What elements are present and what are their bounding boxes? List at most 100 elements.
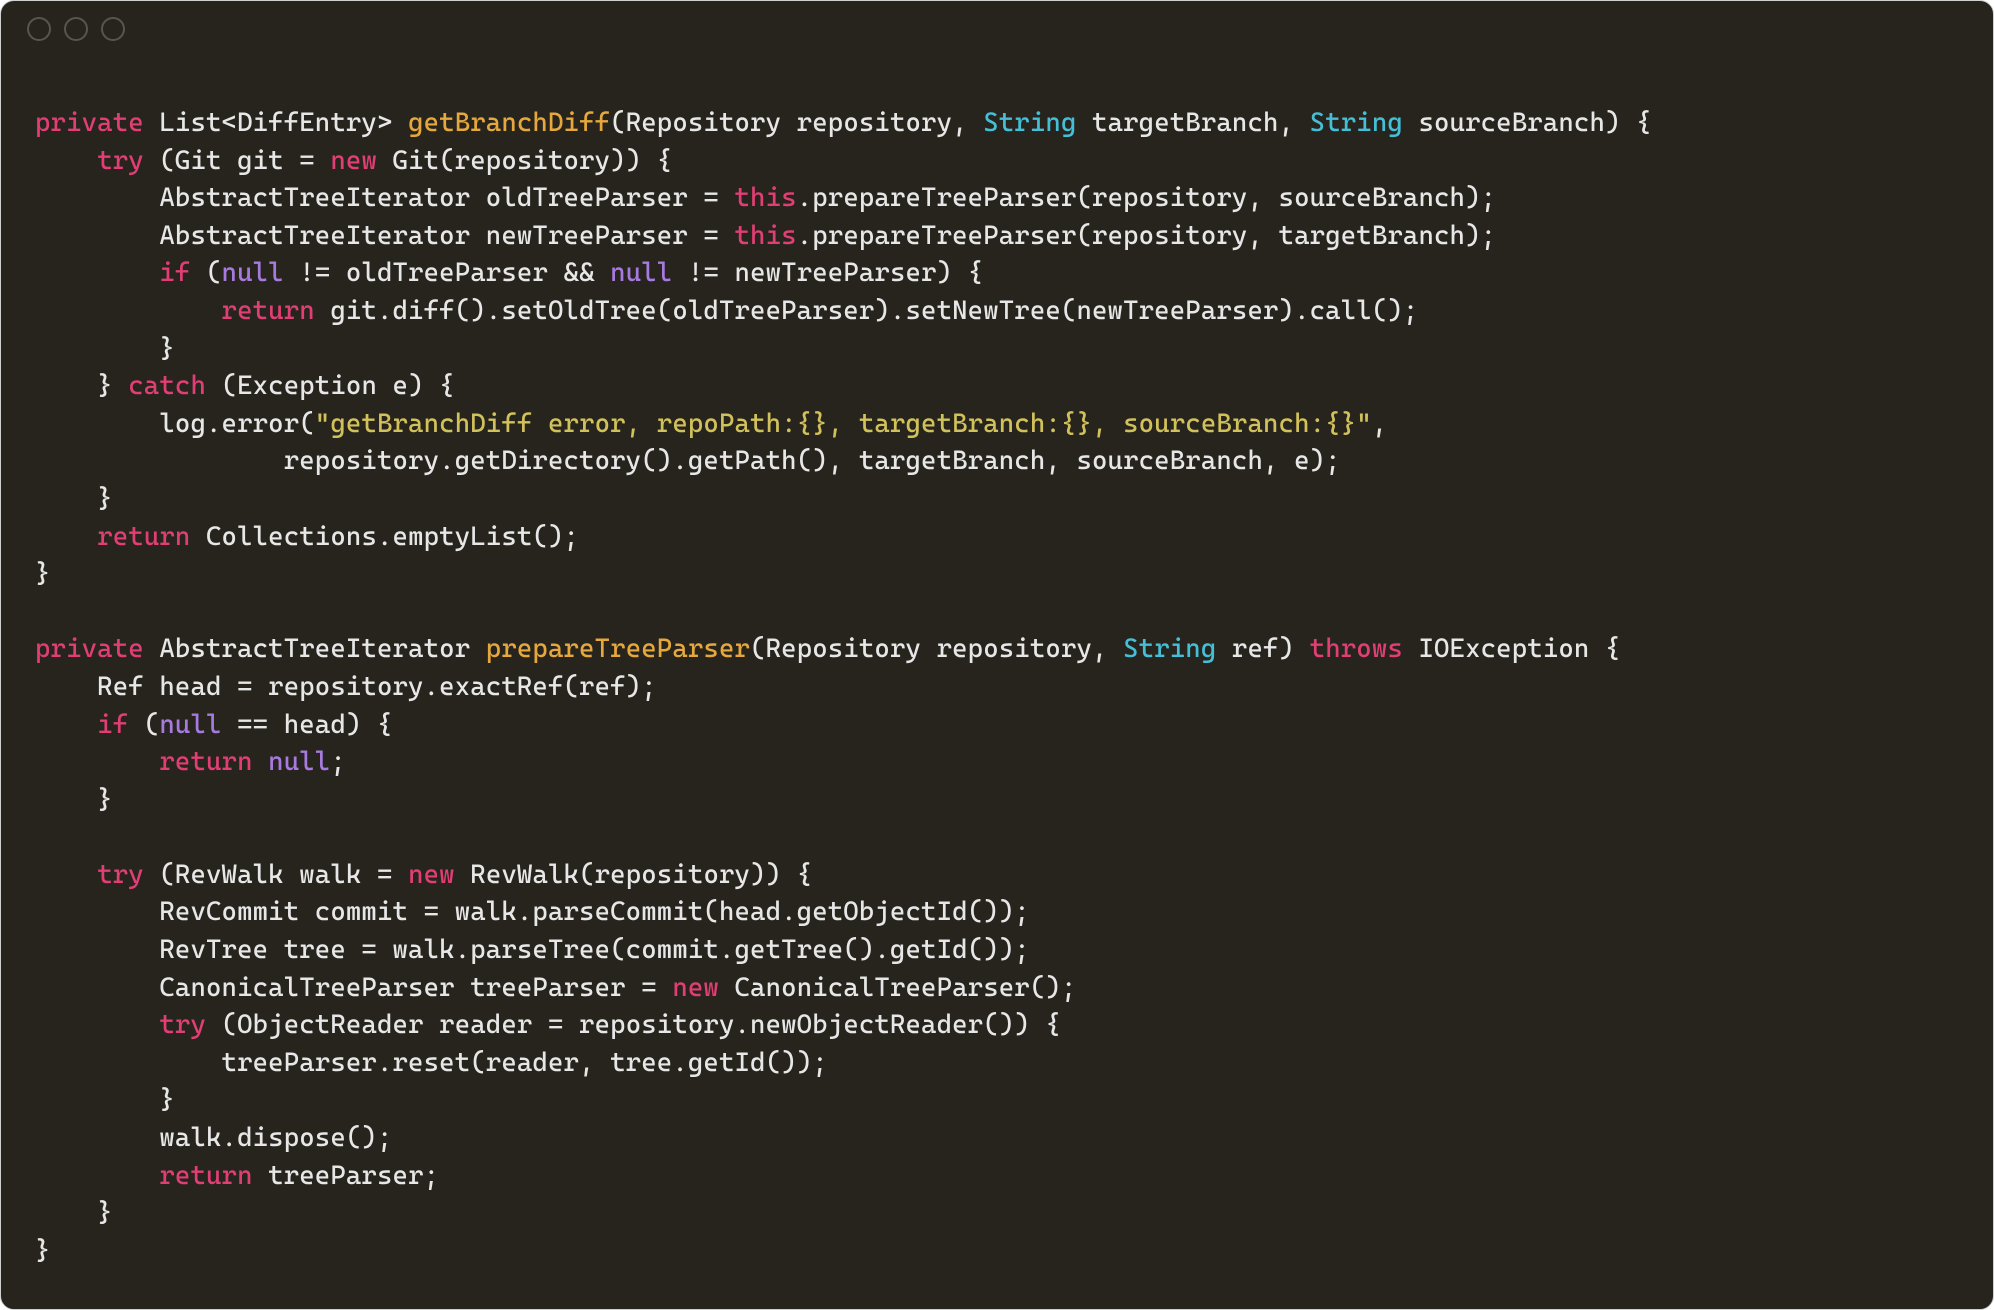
code-token: String [983,108,1076,138]
code-token: null [222,258,284,288]
code-line[interactable]: } [35,782,1963,820]
code-token: try [97,860,144,890]
code-token: Ref head = repository.exactRef(ref); [35,672,657,702]
code-line[interactable]: treeParser.reset(reader, tree.getId()); [35,1045,1963,1083]
code-line[interactable]: RevTree tree = walk.parseTree(commit.get… [35,932,1963,970]
code-token: Collections.emptyList(); [190,522,579,552]
code-token: new [330,146,377,176]
code-token: (Repository repository, [610,108,983,138]
code-token: } [35,371,128,401]
code-token: } [35,334,175,364]
code-token: prepareTreeParser [486,634,750,664]
code-token: ( [190,258,221,288]
code-token: AbstractTreeIterator newTreeParser = [35,221,735,251]
code-token: (RevWalk walk = [144,860,408,890]
code-token: RevTree tree = walk.parseTree(commit.get… [35,935,1030,965]
code-token: } [35,559,51,589]
code-token: null [268,747,330,777]
code-token: ( [128,710,159,740]
code-line[interactable]: return git.diff().setOldTree(oldTreePars… [35,293,1963,331]
code-token: CanonicalTreeParser(); [719,973,1077,1003]
editor-window: private List<DiffEntry> getBranchDiff(Re… [0,0,1994,1310]
code-token: Git(repository)) { [377,146,672,176]
code-token [35,860,97,890]
code-token: (Repository repository, [750,634,1123,664]
code-line[interactable]: log.error("getBranchDiff error, repoPath… [35,406,1963,444]
code-token: if [159,258,190,288]
code-token: treeParser; [253,1161,440,1191]
code-token: this [735,183,797,213]
code-line[interactable]: AbstractTreeIterator newTreeParser = thi… [35,218,1963,256]
code-token: git.diff().setOldTree(oldTreeParser).set… [315,296,1419,326]
code-editor[interactable]: private List<DiffEntry> getBranchDiff(Re… [35,105,1963,1279]
code-token: "getBranchDiff error, repoPath:{}, targe… [315,409,1372,439]
code-token: new [672,973,719,1003]
code-token [35,710,97,740]
code-token: return [159,1161,252,1191]
code-token: try [159,1010,206,1040]
code-token: AbstractTreeIterator oldTreeParser = [35,183,735,213]
code-token: ; [330,747,346,777]
code-line[interactable]: CanonicalTreeParser treeParser = new Can… [35,970,1963,1008]
code-token: RevWalk(repository)) { [455,860,813,890]
code-token: String [1310,108,1403,138]
code-token: try [97,146,144,176]
code-token: catch [128,371,206,401]
code-line[interactable]: if (null == head) { [35,707,1963,745]
code-line[interactable]: } [35,331,1963,369]
code-line[interactable]: try (Git git = new Git(repository)) { [35,143,1963,181]
code-line[interactable]: } [35,481,1963,519]
code-line[interactable]: return treeParser; [35,1158,1963,1196]
code-token: return [97,522,190,552]
code-token: sourceBranch) { [1403,108,1652,138]
code-line[interactable] [35,594,1963,632]
code-token: return [159,747,252,777]
code-line[interactable]: return null; [35,744,1963,782]
code-token: (ObjectReader reader = repository.newObj… [206,1010,1061,1040]
code-token: getBranchDiff [408,108,610,138]
minimize-icon[interactable] [64,17,88,41]
code-line[interactable]: if (null != oldTreeParser && null != new… [35,255,1963,293]
code-token: String [1123,634,1216,664]
code-token: IOException { [1403,634,1621,664]
code-token: null [159,710,221,740]
code-token: private [35,634,144,664]
code-token: != newTreeParser) { [672,258,983,288]
code-token: private [35,108,144,138]
code-token: , [1372,409,1388,439]
code-token: AbstractTreeIterator [144,634,486,664]
code-line[interactable]: AbstractTreeIterator oldTreeParser = thi… [35,180,1963,218]
code-token [35,1010,159,1040]
code-line[interactable]: } [35,1195,1963,1233]
code-token [35,296,222,326]
code-line[interactable]: } [35,1233,1963,1271]
zoom-icon[interactable] [101,17,125,41]
code-line[interactable]: private AbstractTreeIterator prepareTree… [35,631,1963,669]
code-token: CanonicalTreeParser treeParser = [35,973,672,1003]
code-line[interactable]: private List<DiffEntry> getBranchDiff(Re… [35,105,1963,143]
code-token: RevCommit commit = walk.parseCommit(head… [35,897,1030,927]
window-titlebar [1,1,1993,57]
code-line[interactable]: RevCommit commit = walk.parseCommit(head… [35,894,1963,932]
code-line[interactable]: } [35,1082,1963,1120]
code-line[interactable]: walk.dispose(); [35,1120,1963,1158]
code-line[interactable]: try (ObjectReader reader = repository.ne… [35,1007,1963,1045]
code-line[interactable]: repository.getDirectory().getPath(), tar… [35,443,1963,481]
code-token: if [97,710,128,740]
code-token: null [610,258,672,288]
code-token: } [35,484,113,514]
code-token: log.error( [35,409,315,439]
code-line[interactable]: } catch (Exception e) { [35,368,1963,406]
code-token: throws [1310,634,1403,664]
code-token: } [35,1236,51,1266]
code-line[interactable] [35,819,1963,857]
code-line[interactable]: Ref head = repository.exactRef(ref); [35,669,1963,707]
code-token [35,747,159,777]
code-line[interactable]: try (RevWalk walk = new RevWalk(reposito… [35,857,1963,895]
close-icon[interactable] [27,17,51,41]
code-token: targetBranch, [1076,108,1309,138]
code-line[interactable]: return Collections.emptyList(); [35,519,1963,557]
code-token [35,258,159,288]
code-line[interactable]: } [35,556,1963,594]
code-token: return [222,296,315,326]
